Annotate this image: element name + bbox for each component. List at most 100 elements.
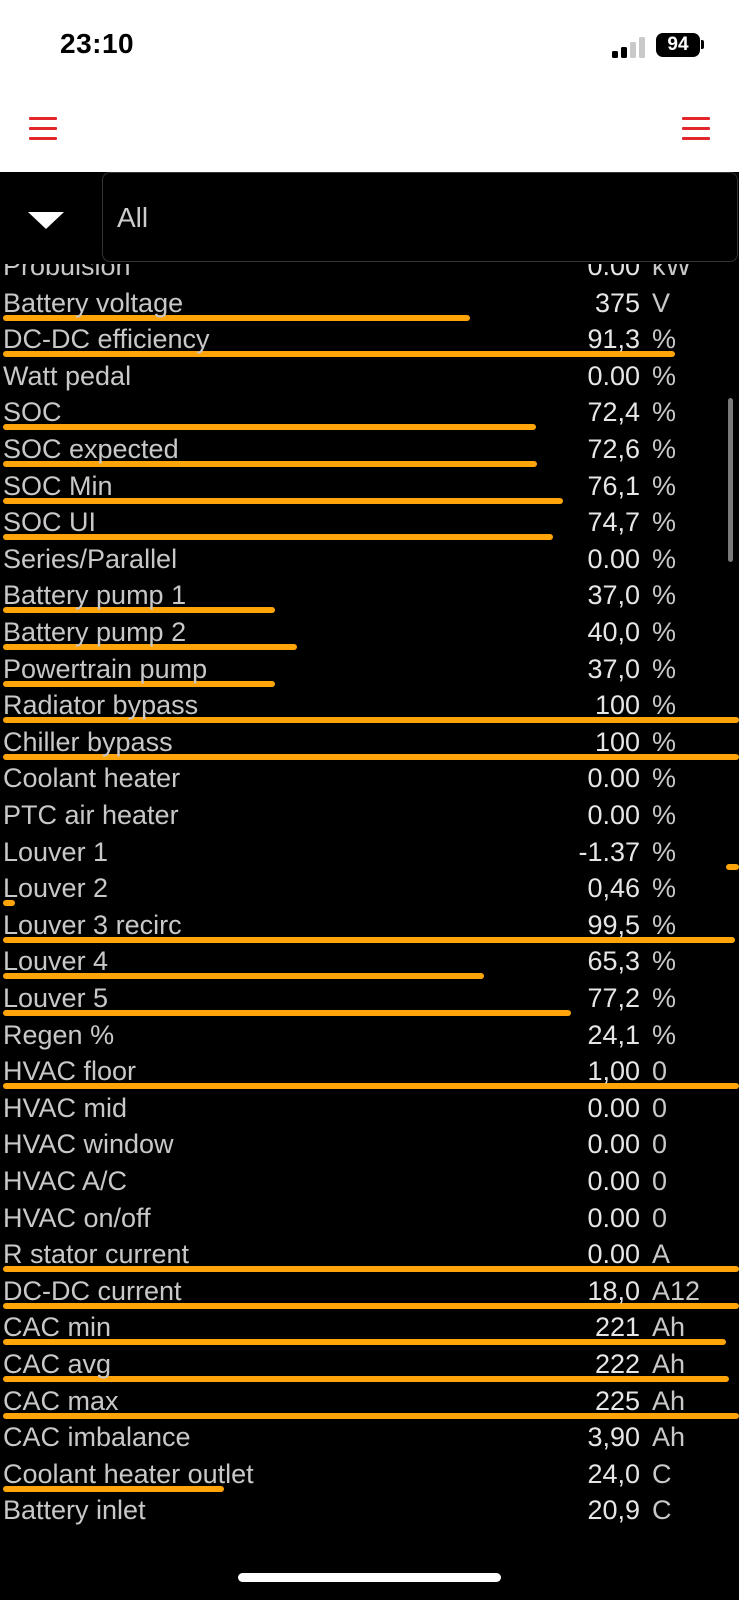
- row-value: 0.00: [587, 800, 640, 830]
- row-value: 0.00: [587, 1092, 640, 1123]
- row-unit: A12: [652, 1275, 701, 1306]
- row-label: SOC: [3, 397, 62, 428]
- list-row[interactable]: Battery pump 2 40,0%: [0, 614, 739, 650]
- list-row[interactable]: Powertrain pump 37,0%: [0, 651, 739, 687]
- row-value: 72,4: [587, 397, 640, 428]
- list-row[interactable]: DC-DC current 18,0 A12: [0, 1273, 739, 1309]
- row-value: 0.00: [587, 1239, 640, 1270]
- filter-select[interactable]: All: [102, 172, 738, 262]
- row-label: HVAC window: [3, 1129, 174, 1160]
- home-indicator[interactable]: [238, 1573, 501, 1582]
- row-value: 225: [594, 1385, 640, 1416]
- row-unit: %: [652, 324, 677, 355]
- list-row[interactable]: Coolant heater outlet 24,0 C: [0, 1456, 739, 1492]
- row-unit: %: [652, 397, 677, 428]
- list-row[interactable]: CAC avg 222 Ah: [0, 1346, 739, 1382]
- row-value: 0.00: [587, 264, 640, 281]
- row-label: DC-DC efficiency: [3, 324, 210, 355]
- row-label: HVAC floor: [3, 1056, 137, 1087]
- list-row[interactable]: R stator current 0.00 A: [0, 1236, 739, 1273]
- row-unit: %: [652, 434, 677, 464]
- row-label: HVAC on/off: [3, 1202, 151, 1233]
- row-value: 100: [594, 726, 640, 757]
- row-unit: %: [652, 836, 677, 867]
- row-label: CAC max: [3, 1385, 119, 1416]
- signal-strength-icon: [612, 36, 646, 58]
- row-value: 0.00: [587, 1166, 640, 1196]
- row-unit: %: [652, 909, 677, 940]
- caret-down-icon: [28, 212, 64, 229]
- row-value: 221: [594, 1312, 640, 1343]
- list-row[interactable]: Chiller bypass 100%: [0, 724, 739, 760]
- list-row[interactable]: Battery pump 1 37,0%: [0, 577, 739, 614]
- list-row[interactable]: SOC expected 72,6%: [0, 431, 739, 467]
- list-row[interactable]: SOC Min 76,1%: [0, 468, 739, 504]
- list-row[interactable]: CAC min 221 Ah: [0, 1309, 739, 1346]
- row-value: 0.00: [587, 543, 640, 574]
- list-row[interactable]: Watt pedal 0.00%: [0, 358, 739, 394]
- list-row[interactable]: Regen % 24,1%: [0, 1017, 739, 1053]
- list-row[interactable]: HVAC A/C 0.00 0: [0, 1163, 739, 1199]
- row-unit: %: [652, 470, 677, 501]
- list-row[interactable]: HVAC mid 0.00 0: [0, 1090, 739, 1126]
- list-row[interactable]: Coolant heater 0.00%: [0, 760, 739, 796]
- list-row[interactable]: CAC imbalance 3,90 Ah: [0, 1419, 739, 1455]
- row-unit: 0: [652, 1129, 668, 1160]
- status-bar: 23:10 94: [0, 0, 739, 172]
- list-row[interactable]: Battery voltage 375 V: [0, 285, 739, 321]
- list-row[interactable]: Louver 2 0,46%: [0, 870, 739, 907]
- battery-tip: [701, 40, 704, 49]
- list-row[interactable]: Battery inlet 20,9 C: [0, 1492, 739, 1528]
- row-label: SOC expected: [3, 434, 179, 464]
- row-value: 24,0: [587, 1458, 640, 1489]
- row-label: HVAC A/C: [3, 1166, 128, 1196]
- row-label: Chiller bypass: [3, 726, 173, 757]
- row-label: Louver 1: [3, 836, 109, 867]
- status-time: 23:10: [60, 28, 135, 59]
- list-row[interactable]: Louver 1 -1.37%: [0, 834, 739, 870]
- list-row[interactable]: Louver 4 65,3%: [0, 943, 739, 980]
- list-row[interactable]: PTC air heater 0.00%: [0, 797, 739, 833]
- row-value: 40,0: [587, 617, 640, 647]
- row-unit: 0: [652, 1202, 668, 1233]
- list-row[interactable]: SOC 72,4%: [0, 394, 739, 431]
- signal-list[interactable]: Probulsion 0.00 kW Battery voltage 375 V DC-DC…: [0, 264, 739, 1536]
- list-row[interactable]: SOC UI 74,7%: [0, 504, 739, 541]
- row-value: 222: [594, 1349, 640, 1379]
- row-label: CAC imbalance: [3, 1422, 191, 1453]
- list-row[interactable]: Probulsion 0.00 kW: [0, 264, 739, 284]
- row-label: CAC avg: [3, 1349, 112, 1379]
- row-unit: C: [652, 1495, 672, 1526]
- row-value: 99,5: [587, 909, 640, 940]
- row-label: Regen %: [3, 1019, 115, 1050]
- row-unit: %: [652, 690, 677, 721]
- row-label: Louver 5: [3, 983, 109, 1013]
- row-label: Coolant heater outlet: [3, 1458, 254, 1489]
- battery-icon: 94: [656, 33, 700, 57]
- row-label: Battery inlet: [3, 1495, 146, 1526]
- row-label: Louver 2: [3, 873, 109, 904]
- right-menu-icon[interactable]: [682, 117, 710, 141]
- scrollbar[interactable]: [728, 398, 733, 562]
- row-label: SOC UI: [3, 507, 97, 538]
- row-value: 20,9: [587, 1495, 640, 1526]
- list-row[interactable]: HVAC on/off 0.00 0: [0, 1200, 739, 1236]
- list-row[interactable]: Series/Parallel 0.00%: [0, 541, 739, 577]
- list-row[interactable]: Radiator bypass 100%: [0, 687, 739, 724]
- row-value: 375: [594, 287, 640, 318]
- level-bar: [3, 424, 536, 431]
- row-value: 37,0: [587, 580, 640, 611]
- row-unit: %: [652, 543, 677, 574]
- list-row[interactable]: HVAC window 0.00 0: [0, 1126, 739, 1162]
- left-menu-icon[interactable]: [29, 117, 57, 141]
- list-row[interactable]: DC-DC efficiency 91,3%: [0, 321, 739, 358]
- list-row[interactable]: CAC max 225 Ah: [0, 1383, 739, 1419]
- list-row[interactable]: Louver 5 77,2%: [0, 980, 739, 1016]
- filter-dropdown-button[interactable]: [0, 172, 96, 264]
- row-unit: Ah: [652, 1349, 686, 1379]
- row-unit: 0: [652, 1056, 668, 1087]
- row-unit: Ah: [652, 1422, 686, 1453]
- list-row[interactable]: HVAC floor 1,00 0: [0, 1053, 739, 1090]
- list-row[interactable]: Louver 3 recirc 99,5%: [0, 907, 739, 943]
- level-bar: [726, 863, 739, 870]
